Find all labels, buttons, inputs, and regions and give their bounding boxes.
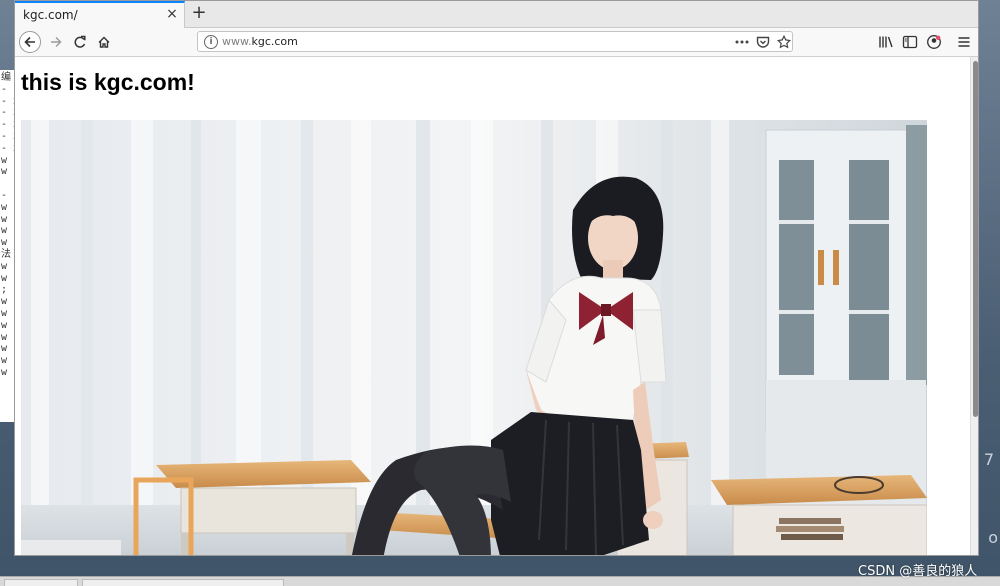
taskbar-item[interactable] — [4, 579, 78, 586]
watermark-text: CSDN @善良的狼人 — [858, 564, 978, 579]
classroom-photo — [21, 120, 927, 555]
info-icon[interactable]: i — [204, 35, 218, 49]
taskbar — [0, 576, 1000, 586]
url-domain: kgc.com — [251, 35, 298, 48]
url-bar[interactable]: i www.kgc.com — [197, 31, 793, 52]
tab-title: kgc.com/ — [23, 8, 78, 22]
more-dots-icon[interactable] — [734, 34, 750, 50]
url-prefix: www. — [222, 35, 252, 48]
pocket-icon[interactable] — [755, 34, 771, 50]
tab-close-icon[interactable]: × — [165, 6, 179, 22]
browser-window: kgc.com/ × + i www.kgc.com this is kgc.c… — [14, 0, 979, 556]
scrollbar-thumb[interactable] — [973, 61, 978, 417]
tab-bar: kgc.com/ × + — [15, 1, 978, 28]
tab-kgc[interactable]: kgc.com/ × — [15, 1, 185, 28]
taskbar-item[interactable] — [82, 579, 284, 586]
page-content: this is kgc.com! — [15, 57, 970, 555]
background-text: 7 — [983, 450, 994, 469]
account-icon[interactable] — [925, 34, 943, 50]
page-title: this is kgc.com! — [21, 69, 195, 95]
library-icon[interactable] — [877, 34, 895, 50]
url-text[interactable]: www.kgc.com — [222, 35, 298, 48]
vertical-scrollbar[interactable] — [970, 57, 978, 555]
home-icon[interactable] — [93, 31, 115, 53]
new-tab-button[interactable]: + — [190, 2, 208, 23]
back-arrow-icon[interactable] — [19, 31, 41, 53]
navigation-toolbar: i www.kgc.com — [15, 28, 978, 57]
reload-icon[interactable] — [69, 31, 91, 53]
forward-arrow-icon[interactable] — [45, 31, 67, 53]
sidebar-icon[interactable] — [901, 34, 919, 50]
background-text: o — [988, 528, 998, 547]
star-icon[interactable] — [776, 34, 792, 50]
hamburger-menu-icon[interactable] — [955, 34, 973, 50]
